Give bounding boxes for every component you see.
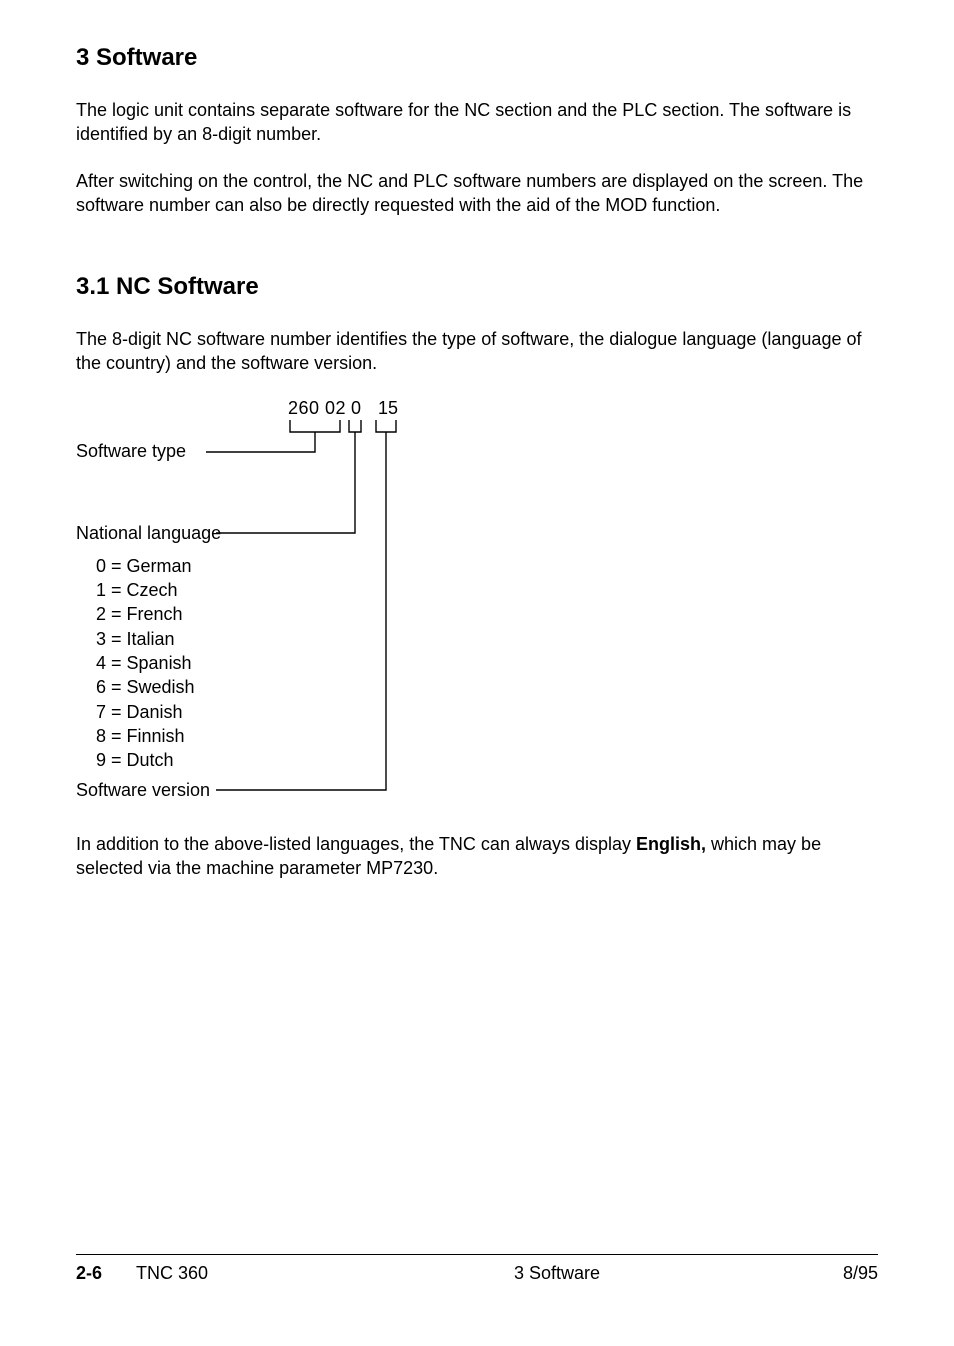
- paragraph-2: After switching on the control, the NC a…: [76, 169, 878, 218]
- diagram-connectors: [76, 398, 416, 804]
- footer-model: TNC 360: [136, 1263, 336, 1284]
- heading-2: 3.1 NC Software: [76, 273, 878, 301]
- paragraph-3: The 8-digit NC software number identifie…: [76, 327, 878, 376]
- note-english: In addition to the above-listed language…: [76, 832, 878, 881]
- note-pre: In addition to the above-listed language…: [76, 834, 636, 854]
- software-number-diagram: 260 02 0 15 Software type National langu…: [76, 398, 416, 804]
- footer-page: 2-6: [76, 1263, 136, 1284]
- footer-section: 3 Software: [336, 1263, 778, 1284]
- heading-1: 3 Software: [76, 44, 878, 72]
- note-bold: English,: [636, 834, 706, 854]
- page-footer: 2-6 TNC 360 3 Software 8/95: [76, 1254, 878, 1284]
- paragraph-1: The logic unit contains separate softwar…: [76, 98, 878, 147]
- footer-date: 8/95: [778, 1263, 878, 1284]
